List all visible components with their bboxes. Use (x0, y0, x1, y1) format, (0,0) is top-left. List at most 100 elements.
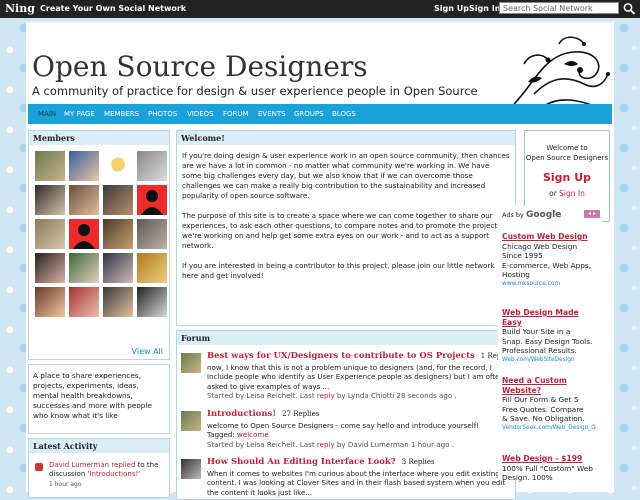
member-avatar[interactable] (35, 185, 65, 215)
thread-author-avatar[interactable] (181, 411, 201, 431)
site-title[interactable]: Open Source Designers (32, 50, 368, 83)
member-avatar[interactable] (103, 185, 133, 215)
ad-item[interactable]: Custom Web Design Chicago Web Design Sin… (502, 232, 600, 289)
default-user-icon (73, 224, 95, 249)
ad-line: Chicago Web Design (502, 241, 578, 251)
signup-or-text: or (549, 189, 560, 198)
member-avatar[interactable] (35, 151, 65, 181)
nav-members[interactable]: MEMBERS (104, 110, 139, 118)
ning-top-bar: Ning Create Your Own Social Network Sign… (0, 0, 640, 18)
member-avatar[interactable] (103, 219, 133, 249)
thread-author-avatar[interactable] (181, 459, 201, 479)
thread-title-link[interactable]: How Should An Editing Interface Look? (207, 457, 396, 467)
member-avatar[interactable] (103, 151, 133, 181)
ad-nav-arrows-icon[interactable]: ◂ ▸ (584, 210, 600, 218)
ad-line: Design. 100% (502, 473, 553, 482)
google-logo[interactable]: Google (526, 210, 561, 220)
ad-line: E-commerce, Web Apps, (502, 260, 592, 270)
thread-excerpt: now, I know that this is not a problem u… (207, 363, 504, 391)
ad-item[interactable]: Web Design - $199 100% Full "Custom" Web… (502, 454, 600, 483)
nav-forum[interactable]: FORUM (223, 110, 249, 118)
thread-tag-link[interactable]: welcome (237, 430, 269, 439)
nav-my-page[interactable]: MY PAGE (64, 110, 95, 118)
member-avatar[interactable] (137, 151, 167, 181)
member-avatar[interactable] (35, 287, 65, 317)
signup-welcome-line2: Open Source Designers (525, 154, 609, 162)
ad-line: Professional Results. (502, 346, 577, 355)
search-icon[interactable] (622, 2, 636, 15)
ad-line: Snap. Easy Design Tools. (502, 336, 593, 346)
view-all-members-link[interactable]: View All (132, 347, 163, 356)
ad-headline[interactable]: Custom Web Design (502, 232, 600, 242)
thread-reply-count[interactable]: 3 Replies (402, 458, 435, 466)
thread-title-link[interactable]: Introductions! (207, 409, 276, 419)
thread-meta-suffix: by Lynda Chiotti 28 seconds ago . (334, 391, 457, 401)
ad-line: Hosting (502, 270, 530, 279)
top-signup-link[interactable]: Sign Up (434, 4, 469, 13)
member-avatar[interactable] (137, 219, 167, 249)
member-avatar[interactable] (137, 287, 167, 317)
thread-last-reply-link[interactable]: reply (317, 391, 335, 400)
ad-item[interactable]: Need a Custom Website? Fill Our Form & G… (502, 376, 600, 433)
nav-events[interactable]: EVENTS (258, 110, 286, 118)
ad-item[interactable]: Web Design Made Easy Build Your Site in … (502, 308, 600, 365)
activity-actor-link[interactable]: David Lumerman (49, 461, 109, 469)
member-avatar[interactable] (35, 219, 65, 249)
ad-line: Fill Our Form & Get 5 (502, 395, 579, 404)
thread-meta-suffix: by David Lumerman 1 hour ago . (334, 439, 454, 449)
reply-icon (35, 463, 43, 471)
create-network-link[interactable]: Create Your Own Social Network (40, 4, 186, 13)
activity-target-link[interactable]: 'Introductions!' (88, 470, 141, 478)
ad-line: Since 1995 (502, 251, 543, 260)
forum-heading: Forum (177, 331, 515, 345)
default-user-icon (141, 190, 163, 215)
nav-groups[interactable]: GROUPS (294, 110, 324, 118)
thread-last-reply-link[interactable]: reply (317, 440, 335, 449)
thread-title-link[interactable]: Best ways for UX/Designers to contribute… (207, 351, 475, 361)
activity-time: 1 hour ago (49, 481, 82, 488)
swirl-decoration-icon (513, 36, 610, 107)
member-avatar[interactable] (137, 185, 167, 215)
ads-by-label: Ads by Google (502, 210, 561, 220)
ning-logo[interactable]: Ning (5, 2, 35, 15)
nav-blogs[interactable]: BLOGS (332, 110, 356, 118)
welcome-paragraph-3: If you are interested in being a contrib… (182, 261, 495, 280)
member-avatar[interactable] (69, 287, 99, 317)
activity-item: David Lumerman replied to the discussion… (49, 461, 167, 479)
ad-line: 100% Full "Custom" Web (502, 463, 593, 473)
thread-excerpt: When it comes to websites I'm curious ab… (207, 469, 506, 497)
welcome-paragraph-1: If you're doing design & user experience… (182, 151, 510, 200)
welcome-heading: Welcome! (177, 131, 515, 145)
nav-main[interactable]: MAIN (38, 110, 56, 118)
thread-tagged-label: Tagged: (207, 430, 238, 440)
member-avatar[interactable] (69, 185, 99, 215)
signup-welcome-line1: Welcome to (546, 144, 588, 152)
welcome-paragraph-2: The purpose of this site is to create a … (182, 211, 501, 250)
search-input[interactable]: Search Social Network (499, 2, 619, 14)
member-avatar[interactable] (103, 287, 133, 317)
member-avatar[interactable] (137, 253, 167, 283)
member-avatar[interactable] (35, 253, 65, 283)
ad-url[interactable]: www.mksource.com (502, 280, 600, 290)
member-avatar[interactable] (69, 151, 99, 181)
ad-headline[interactable]: Web Design - $199 (502, 454, 600, 464)
thread-excerpt: welcome to Open Source Designers - come … (207, 421, 480, 430)
member-avatar[interactable] (69, 253, 99, 283)
thread-reply-count[interactable]: 27 Replies (282, 410, 319, 418)
ad-headline[interactable]: Need a Custom Website? (502, 376, 600, 395)
top-signin-link[interactable]: Sign In (469, 4, 500, 13)
nav-photos[interactable]: PHOTOS (148, 110, 177, 118)
members-box: Members View All (28, 130, 170, 360)
thread-author-avatar[interactable] (181, 353, 201, 373)
ad-line: Build Your Site in a (502, 327, 571, 336)
latest-activity-heading: Latest Activity (29, 439, 169, 453)
ad-url[interactable]: VendorSeek.com/Web_Design_Q (502, 424, 600, 434)
member-avatar[interactable] (103, 253, 133, 283)
ad-line: Free Quotes. Compare (502, 404, 584, 414)
ad-url[interactable]: Web.com/WebSiteDesign (502, 356, 600, 366)
ad-headline[interactable]: Web Design Made Easy (502, 308, 600, 327)
nav-videos[interactable]: VIDEOS (187, 110, 214, 118)
member-avatar[interactable] (69, 219, 99, 249)
signup-button[interactable]: Sign Up (525, 171, 609, 184)
signin-link[interactable]: Sign In (559, 189, 585, 198)
